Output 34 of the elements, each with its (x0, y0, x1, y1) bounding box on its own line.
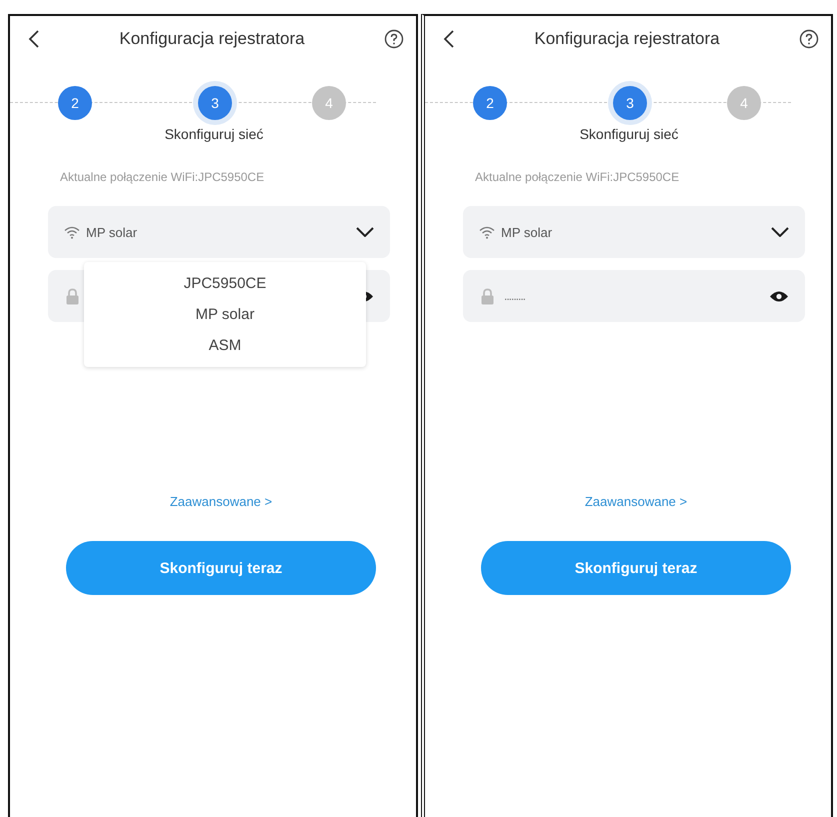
step-caption: Skonfiguruj sieć (578, 126, 680, 142)
step-indicator: 4 (312, 86, 346, 120)
help-button[interactable] (384, 29, 404, 49)
help-button[interactable] (799, 29, 819, 49)
advanced-link[interactable]: Zaawansowane > (584, 494, 688, 509)
wifi-icon (479, 226, 495, 238)
network-select[interactable]: MP solar (463, 206, 805, 258)
current-wifi-text: Aktualne połączenie WiFi:JPC5950CE (60, 170, 266, 184)
network-value: MP solar (86, 224, 138, 240)
network-select[interactable]: MP solar (48, 206, 390, 258)
step-indicator: 3 (198, 86, 232, 120)
password-value: ......... (504, 289, 526, 303)
back-button[interactable] (443, 29, 455, 49)
screen-title: Konfiguracja rejestratora (534, 29, 720, 49)
lock-icon (66, 288, 79, 304)
chevron-down-icon (356, 227, 374, 237)
wifi-icon (64, 226, 80, 238)
network-option[interactable]: ASM (84, 330, 366, 361)
advanced-link[interactable]: Zaawansowane > (170, 494, 272, 509)
chevron-down-icon (771, 227, 789, 237)
lock-icon (481, 288, 494, 304)
step-indicator: 2 (58, 86, 92, 120)
step-indicator: 4 (727, 86, 761, 120)
step-caption: Skonfiguruj sieć (164, 126, 264, 142)
back-button[interactable] (28, 29, 40, 49)
password-field[interactable]: ......... (463, 270, 805, 322)
step-indicator: 2 (473, 86, 507, 120)
step-indicator: 3 (613, 86, 647, 120)
current-wifi-text: Aktualne połączenie WiFi:JPC5950CE (475, 170, 680, 184)
network-option[interactable]: MP solar (84, 299, 366, 330)
eye-icon[interactable] (769, 290, 789, 302)
network-value: MP solar (501, 224, 554, 240)
network-option[interactable]: JPC5950CE (84, 268, 366, 299)
screen-title: Konfiguracja rejestratora (119, 29, 305, 49)
